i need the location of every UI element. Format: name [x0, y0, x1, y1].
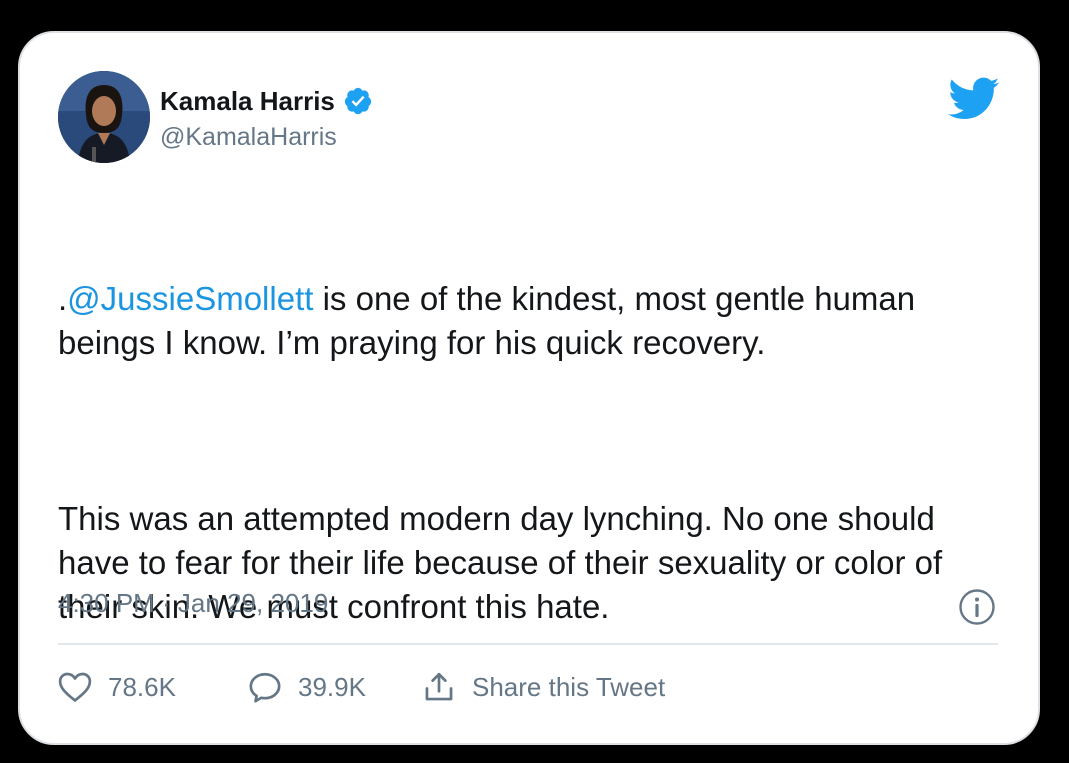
like-count: 78.6K: [108, 671, 176, 702]
twitter-bird-icon[interactable]: [948, 77, 1000, 121]
reply-button[interactable]: 39.9K: [248, 671, 422, 703]
avatar[interactable]: [58, 71, 150, 163]
mention-link[interactable]: @JussieSmollett: [67, 280, 313, 317]
info-icon[interactable]: [958, 588, 996, 626]
share-button[interactable]: Share this Tweet: [422, 670, 665, 704]
speech-bubble-icon: [249, 672, 281, 703]
tweet-paragraph-1: .@JussieSmollett is one of the kindest, …: [58, 277, 978, 365]
tweet-actions: 78.6K 39.9K Share this Tweet: [58, 664, 665, 710]
divider: [58, 643, 998, 645]
author-handle[interactable]: @KamalaHarris: [160, 123, 337, 151]
author-name-row[interactable]: Kamala Harris: [160, 86, 373, 116]
share-label: Share this Tweet: [472, 671, 666, 702]
share-icon: [425, 672, 453, 701]
like-button[interactable]: 78.6K: [58, 671, 248, 703]
profile-photo: [58, 71, 150, 163]
verified-badge-icon: [344, 87, 372, 115]
heart-icon: [58, 672, 92, 702]
reply-count: 39.9K: [298, 671, 366, 702]
mention-prefix: .: [58, 280, 68, 317]
tweet-timestamp[interactable]: 4:30 PM · Jan 29, 2019: [58, 585, 328, 621]
author-display-name[interactable]: Kamala Harris: [160, 87, 335, 115]
